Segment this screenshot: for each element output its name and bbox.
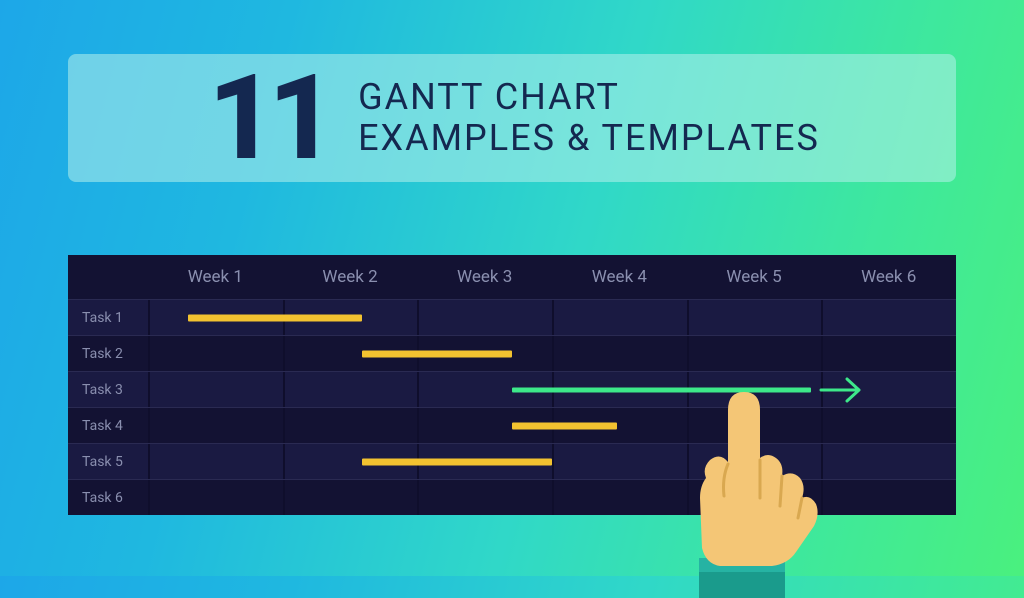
grid-cell: [821, 300, 956, 335]
task-bar[interactable]: [188, 314, 362, 321]
grid-cell: [687, 300, 822, 335]
row-grid: [148, 444, 956, 479]
column-header: Week 2: [283, 267, 418, 287]
grid-cell: [283, 372, 418, 407]
grid-cell: [821, 444, 956, 479]
drag-arrow-icon: [819, 375, 865, 405]
pointing-hand-icon: [644, 368, 824, 598]
headline-number: 11: [208, 59, 328, 177]
grid-cell: [821, 480, 956, 515]
grid-cell: [148, 336, 283, 371]
grid-cell: [552, 336, 687, 371]
row-label: Task 3: [68, 382, 148, 398]
title-card: 11 GANTT CHART EXAMPLES & TEMPLATES: [68, 54, 956, 182]
task-bar[interactable]: [362, 458, 552, 465]
row-grid: [148, 336, 956, 371]
gantt-row: Task 1: [68, 299, 956, 335]
grid-cell: [687, 336, 822, 371]
column-header: Week 5: [687, 267, 822, 287]
row-grid: [148, 480, 956, 515]
row-label: Task 5: [68, 454, 148, 470]
headline-line-2: EXAMPLES & TEMPLATES: [358, 118, 820, 159]
grid-cell: [148, 480, 283, 515]
grid-cell: [283, 480, 418, 515]
row-grid: [148, 408, 956, 443]
grid-cell: [148, 408, 283, 443]
grid-cell: [283, 408, 418, 443]
grid-cell: [821, 336, 956, 371]
row-label: Task 2: [68, 346, 148, 362]
row-grid: [148, 300, 956, 335]
grid-cell: [417, 300, 552, 335]
row-label: Task 1: [68, 310, 148, 326]
column-header: Week 1: [148, 267, 283, 287]
row-grid: [148, 372, 956, 407]
grid-cell: [148, 372, 283, 407]
row-label: Task 4: [68, 418, 148, 434]
grid-cell: [552, 300, 687, 335]
column-header: Week 4: [552, 267, 687, 287]
gantt-header: Week 1 Week 2 Week 3 Week 4 Week 5 Week …: [68, 255, 956, 299]
grid-cell: [148, 444, 283, 479]
grid-cell: [417, 480, 552, 515]
row-label: Task 6: [68, 490, 148, 506]
headline-line-1: GANTT CHART: [358, 77, 820, 118]
gantt-row: Task 2: [68, 335, 956, 371]
column-header: Week 3: [417, 267, 552, 287]
column-header: Week 6: [821, 267, 956, 287]
task-bar[interactable]: [512, 422, 617, 429]
headline-text: GANTT CHART EXAMPLES & TEMPLATES: [358, 77, 820, 160]
grid-cell: [821, 408, 956, 443]
task-bar[interactable]: [362, 350, 511, 357]
